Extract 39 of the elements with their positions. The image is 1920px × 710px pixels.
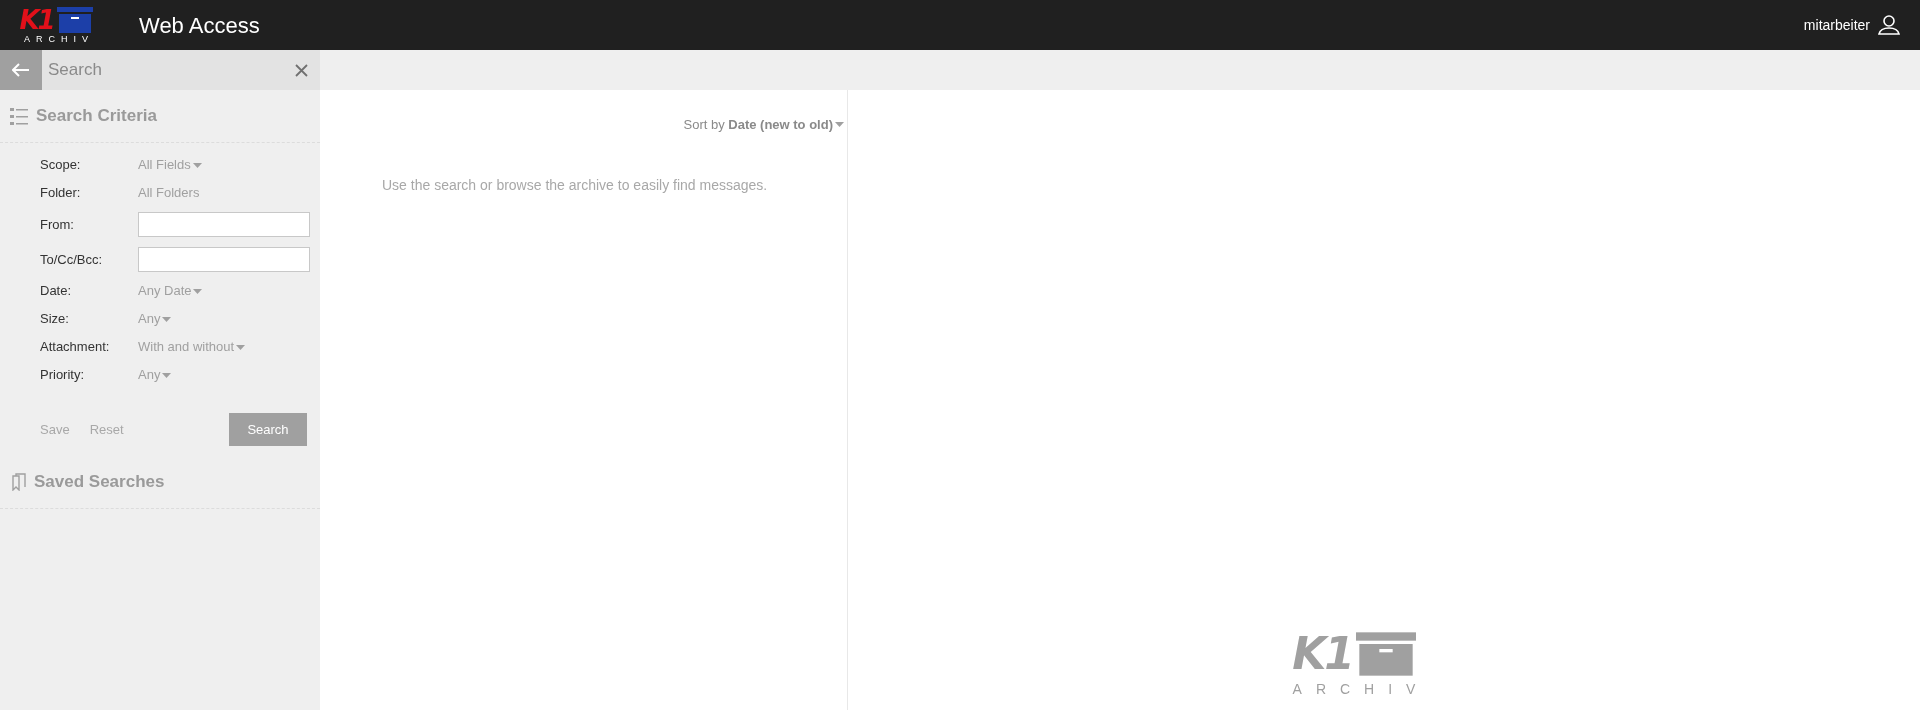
caret-icon [835, 122, 844, 128]
field-label: Date: [40, 282, 73, 301]
bookmark-icon [12, 473, 26, 491]
field-label: Folder: [40, 184, 82, 203]
user-icon[interactable] [1878, 15, 1900, 35]
caret-icon [193, 288, 203, 294]
dropdown[interactable]: Any [138, 309, 172, 329]
text-link[interactable]: Save [40, 419, 70, 440]
field-label: Priority: [40, 366, 86, 385]
caret-icon [192, 162, 202, 168]
logo: K1 ARCHIV [18, 6, 94, 44]
close-icon[interactable] [295, 63, 308, 77]
field-label: Size: [40, 310, 70, 329]
field-label: To/Cc/Bcc: [40, 250, 104, 269]
caret-icon [162, 372, 172, 378]
caret-icon [162, 316, 172, 322]
empty-message: Use the search or browse the archive to easily find messages. [382, 175, 769, 195]
sort-dropdown[interactable]: Sort by Date (new to old) [683, 115, 844, 135]
field-label: Scope: [40, 156, 82, 175]
search-button[interactable]: Search [229, 413, 307, 446]
arrow-left-icon [12, 63, 30, 77]
dropdown[interactable]: Any Date [138, 281, 203, 301]
folder-value[interactable]: All Folders [138, 183, 200, 203]
section-title: Search Criteria [36, 105, 157, 128]
caret-icon [236, 344, 246, 350]
text-link[interactable]: Reset [89, 419, 124, 440]
dropdown[interactable]: With and without [138, 337, 246, 357]
dropdown[interactable]: Any [138, 365, 172, 385]
user-name[interactable]: mitarbeiter [1803, 14, 1870, 36]
dropdown[interactable]: All Fields [138, 155, 202, 175]
input-field[interactable] [138, 247, 310, 272]
app-title: Web Access [139, 11, 260, 40]
field-label: From: [40, 215, 75, 234]
input-field[interactable] [138, 212, 310, 237]
logo: K1 ARCHIV [1291, 632, 1430, 696]
back-button[interactable] [0, 50, 42, 90]
section-title: Saved Searches [34, 471, 165, 494]
list-icon [10, 107, 28, 125]
field-label: Attachment: [40, 338, 111, 357]
